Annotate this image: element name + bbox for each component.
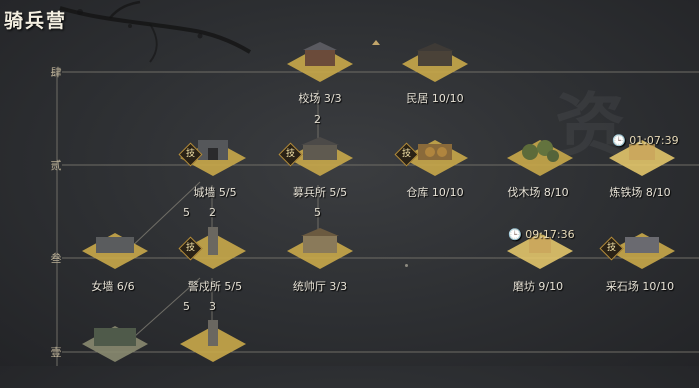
building-label: 采石场 10/10 [605,280,675,293]
building-label: 城墙 5/5 [193,186,237,199]
cost-number: 5 [183,206,190,219]
cost-number: 5 [183,300,190,313]
tier-label-4: 肆 [50,66,62,79]
scroll-up-arrow[interactable] [372,40,380,45]
cost-number: 5 [314,206,321,219]
cost-number: 2 [314,113,321,126]
timer-mofang: 🕒 09:17:36 [508,228,575,241]
building-tile-icon [507,140,573,176]
building-tile-icon [82,233,148,269]
tier-label-2: 贰 [50,159,62,172]
building-jiantai[interactable] [178,318,248,388]
dot-marker [405,264,408,267]
building-tile-icon [287,228,353,269]
building-label: 仓库 10/10 [406,186,464,199]
tier-label-1: 壹 [50,346,62,359]
cost-number: 2 [209,206,216,219]
cost-number: 3 [209,300,216,313]
building-label: 校场 3/3 [298,92,342,105]
building-label: 炼铁场 8/10 [609,186,671,199]
building-tile-icon [180,320,246,362]
building-label: 统帅厅 3/3 [292,280,348,293]
timer-liantiechang: 🕒 01:07:39 [612,134,679,147]
building-tile-icon [402,43,468,82]
building-junying[interactable] [80,318,150,388]
building-label: 警戍所 5/5 [187,280,243,293]
building-tile-icon [287,42,353,82]
tier-label-3: 叁 [50,252,62,265]
building-tile-icon [82,326,148,362]
building-label: 募兵所 5/5 [292,186,348,199]
building-label: 民居 10/10 [406,92,464,105]
